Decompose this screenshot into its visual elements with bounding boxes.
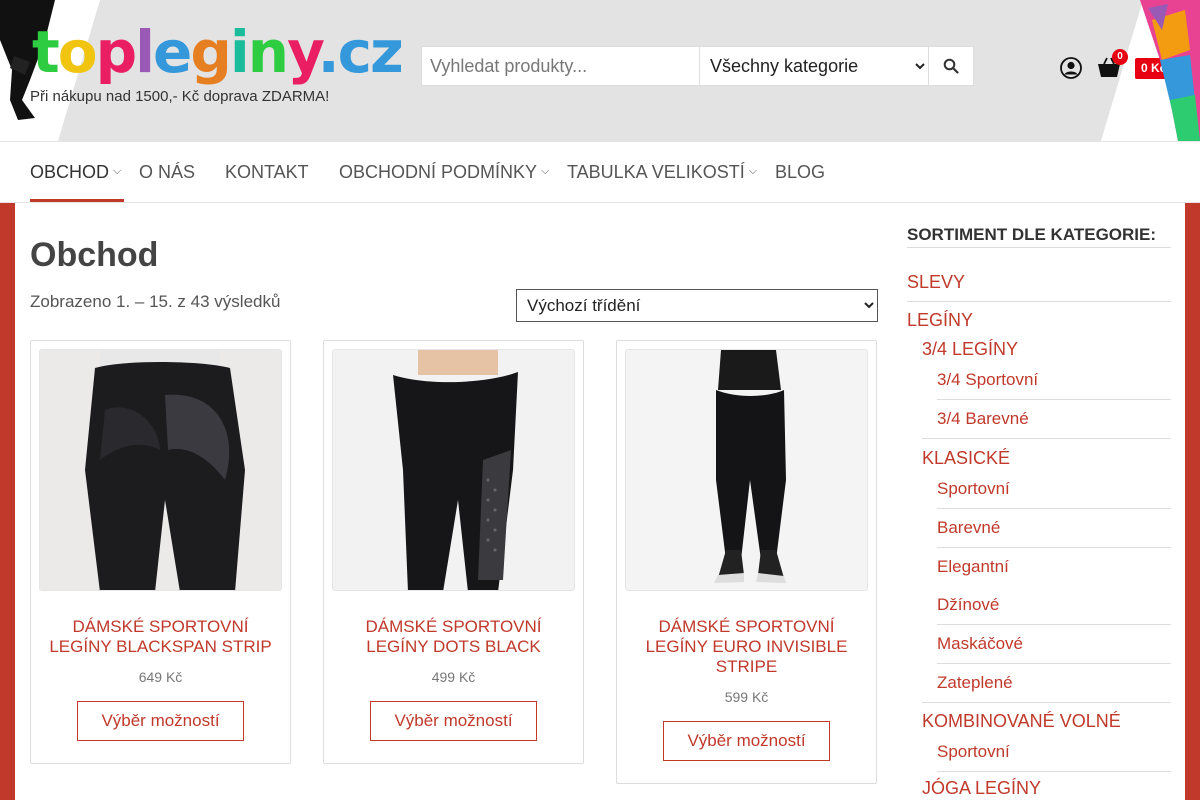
nav-item-label: BLOG	[775, 162, 826, 182]
leggings-photo-icon	[40, 350, 281, 590]
subcategory-3-4-sportovni[interactable]: 3/4 Sportovní	[937, 368, 1171, 399]
subcategory-row: Sportovní	[937, 477, 1171, 509]
chevron-down-icon: ⌵	[113, 165, 122, 178]
product-card: DÁMSKÉ SPORTOVNÍ LEGÍNY DOTS BLACK 499 K…	[323, 340, 584, 764]
search-input[interactable]	[421, 46, 699, 86]
nav-item-label: KONTAKT	[225, 162, 309, 182]
leggings-photo-icon	[626, 350, 867, 590]
leggings-photo-icon	[333, 350, 574, 590]
page-title: Obchod	[30, 236, 159, 274]
product-price: 599 Kč	[724, 689, 769, 705]
product-card: DÁMSKÉ SPORTOVNÍ LEGÍNY EURO INVISIBLE S…	[616, 340, 877, 784]
nav-item-o-nas[interactable]: O NÁS	[139, 142, 195, 202]
subcategory-row: Džínové	[937, 586, 1171, 625]
product-search-form: Všechny kategorie	[421, 46, 974, 86]
nav-item-tabulka-velikosti[interactable]: TABULKA VELIKOSTÍ ⌵	[567, 142, 757, 202]
subcategory-3-4-barevne[interactable]: 3/4 Barevné	[922, 400, 1171, 438]
subcategory-barevne[interactable]: Barevné	[937, 509, 1171, 547]
sort-select[interactable]: Výchozí třídění	[516, 289, 878, 322]
category-slevy[interactable]: SLEVY	[907, 248, 1171, 302]
nav-item-obchodni-podminky[interactable]: OBCHODNÍ PODMÍNKY ⌵	[339, 142, 549, 202]
select-options-button[interactable]: Výběr možností	[663, 721, 830, 761]
product-name[interactable]: DÁMSKÉ SPORTOVNÍ LEGÍNY BLACKSPAN STRIP	[41, 617, 280, 657]
nav-item-label: OBCHODNÍ PODMÍNKY	[339, 162, 538, 182]
product-price: 649 Kč	[138, 669, 183, 685]
result-count: Zobrazeno 1. – 15. z 43 výsledků	[30, 292, 281, 311]
subcategory-zateplene[interactable]: Zateplené	[922, 664, 1171, 702]
main-navigation: OBCHOD ⌵ O NÁS KONTAKT OBCHODNÍ PODMÍNKY ⌵…	[0, 141, 1200, 203]
select-options-button[interactable]: Výběr možností	[77, 701, 244, 741]
user-account-icon[interactable]	[1060, 57, 1082, 79]
subcategory-row: Sportovní	[937, 740, 1171, 772]
nav-item-label: O NÁS	[139, 162, 196, 182]
subcategory-row: 3/4 Sportovní	[937, 368, 1171, 400]
select-options-button[interactable]: Výběr možností	[370, 701, 537, 741]
nav-item-kontakt[interactable]: KONTAKT	[225, 142, 309, 202]
site-logo[interactable]: topleginy.cz	[32, 22, 404, 82]
product-name[interactable]: DÁMSKÉ SPORTOVNÍ LEGÍNY EURO INVISIBLE S…	[627, 617, 866, 677]
subcategory-row: Elegantní	[907, 548, 1171, 586]
subcategory-row: Maskáčové	[937, 625, 1171, 664]
nav-item-label: TABULKA VELIKOSTÍ	[567, 162, 745, 182]
colorful-leggings-image	[1140, 0, 1200, 141]
category-joga-leginy[interactable]: JÓGA LEGÍNY	[907, 772, 1171, 799]
nav-item-blog[interactable]: BLOG	[775, 142, 825, 202]
shipping-tagline: Při nákupu nad 1500,- Kč doprava ZDARMA!	[30, 88, 330, 105]
product-image[interactable]	[625, 349, 868, 591]
subcategory-dzinove[interactable]: Džínové	[937, 586, 1171, 624]
category-klasicke[interactable]: KLASICKÉ	[907, 439, 1171, 477]
site-header: topleginy.cz Při nákupu nad 1500,- Kč do…	[0, 0, 1200, 141]
subcategory-row: Barevné	[937, 509, 1171, 548]
subcategory-kombinovane-sportovni[interactable]: Sportovní	[937, 740, 1171, 771]
category-kombinovane-volne[interactable]: KOMBINOVANÉ VOLNÉ	[907, 703, 1171, 740]
product-image[interactable]	[332, 349, 575, 591]
product-name[interactable]: DÁMSKÉ SPORTOVNÍ LEGÍNY DOTS BLACK	[334, 617, 573, 657]
product-price: 499 Kč	[431, 669, 476, 685]
chevron-down-icon: ⌵	[541, 165, 550, 178]
nav-item-obchod[interactable]: OBCHOD ⌵	[30, 142, 124, 202]
search-icon	[943, 58, 959, 74]
subcategory-elegantni[interactable]: Elegantní	[907, 548, 1171, 586]
product-image[interactable]	[39, 349, 282, 591]
category-sidebar: SORTIMENT DLE KATEGORIE: SLEVY LEGÍNY 3/…	[907, 225, 1171, 799]
subcategory-sportovni[interactable]: Sportovní	[937, 477, 1171, 508]
main-content: Obchod Zobrazeno 1. – 15. z 43 výsledků …	[15, 203, 1185, 800]
search-button[interactable]	[929, 46, 974, 86]
category-select[interactable]: Všechny kategorie	[699, 46, 929, 86]
subcategory-maskacove[interactable]: Maskáčové	[937, 625, 1171, 663]
chevron-down-icon: ⌵	[748, 165, 758, 178]
subcategory-group-end: Zateplené	[922, 664, 1171, 703]
category-3-4-leginy[interactable]: 3/4 LEGÍNY	[907, 339, 1171, 368]
nav-item-label: OBCHOD	[30, 162, 110, 182]
sidebar-heading: SORTIMENT DLE KATEGORIE:	[907, 225, 1171, 248]
subcategory-group-end: 3/4 Barevné	[922, 400, 1171, 439]
category-leginy[interactable]: LEGÍNY	[907, 302, 1171, 339]
product-card: DÁMSKÉ SPORTOVNÍ LEGÍNY BLACKSPAN STRIP …	[30, 340, 291, 764]
